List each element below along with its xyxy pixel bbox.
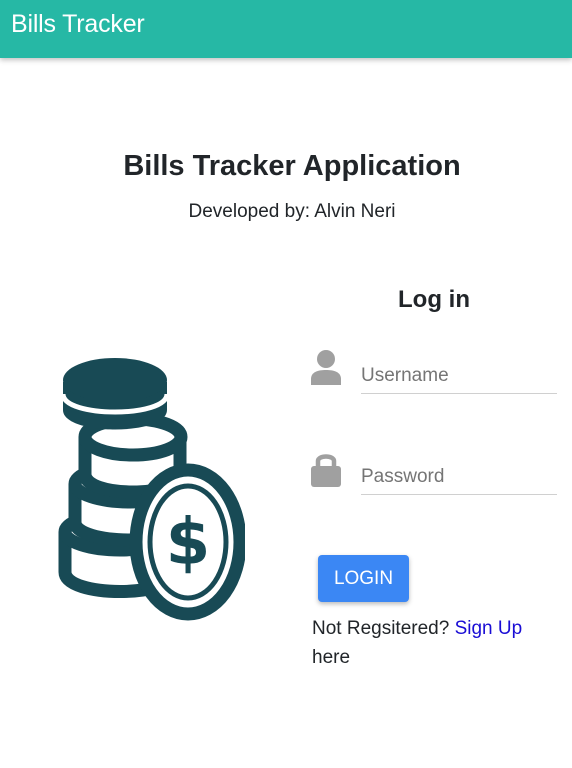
login-heading: Log in — [398, 286, 470, 313]
username-input[interactable] — [361, 359, 557, 394]
coin-stack-icon: $ — [58, 358, 245, 621]
navbar-brand[interactable]: Bills Tracker — [11, 10, 145, 39]
signup-prompt: Not Regsitered? Sign Up here — [312, 614, 542, 672]
signup-prompt-text: Not Regsitered? — [312, 618, 450, 639]
password-input[interactable] — [361, 460, 557, 495]
signup-suffix-text: here — [312, 647, 351, 668]
lock-icon — [311, 454, 341, 487]
login-button[interactable]: LOGIN — [318, 555, 409, 602]
signup-link[interactable]: Sign Up — [455, 618, 523, 639]
page-title: Bills Tracker Application — [123, 150, 461, 182]
developer-credit: Developed by: Alvin Neri — [188, 201, 396, 222]
user-icon — [311, 350, 341, 385]
top-navbar: Bills Tracker — [0, 0, 572, 58]
svg-text:$: $ — [166, 506, 211, 580]
